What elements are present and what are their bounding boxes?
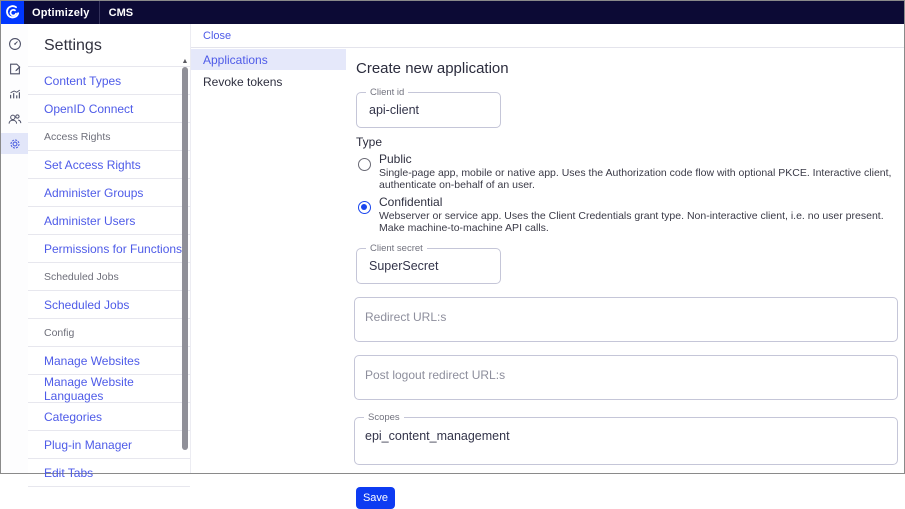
- sidebar-item-openid-connect[interactable]: OpenID Connect: [28, 95, 190, 123]
- client-id-value: api-client: [369, 103, 419, 117]
- scopes-value: epi_content_management: [365, 429, 510, 443]
- tab-applications[interactable]: Applications: [191, 49, 346, 70]
- edit-page-icon[interactable]: [1, 58, 28, 79]
- brand-name: Optimizely: [32, 7, 90, 19]
- sidebar-item-administer-groups[interactable]: Administer Groups: [28, 179, 190, 207]
- top-app-bar: Optimizely CMS: [1, 1, 904, 24]
- users-icon[interactable]: [1, 108, 28, 129]
- settings-sidebar: Settings Content Types OpenID Connect Ac…: [28, 24, 191, 473]
- radio-option-confidential: Confidential Webserver or service app. U…: [354, 195, 898, 234]
- public-radio[interactable]: [358, 158, 371, 171]
- create-application-form: Create new application Client id api-cli…: [346, 48, 904, 473]
- sidebar-item-permissions-for-functions[interactable]: Permissions for Functions: [28, 235, 190, 263]
- topbar-divider: [99, 1, 100, 24]
- openid-panel: Applications Revoke tokens: [191, 48, 346, 473]
- save-button[interactable]: Save: [356, 487, 395, 509]
- scrollbar-up-arrow[interactable]: ▲: [182, 58, 189, 67]
- sidebar-item-content-types[interactable]: Content Types: [28, 67, 190, 95]
- scopes-field[interactable]: Scopes epi_content_management: [354, 417, 898, 465]
- sidebar-item-categories[interactable]: Categories: [28, 403, 190, 431]
- client-id-field[interactable]: Client id api-client: [356, 92, 501, 128]
- scopes-label: Scopes: [364, 412, 404, 423]
- post-logout-redirect-urls-textarea[interactable]: Post logout redirect URL:s: [354, 355, 898, 400]
- type-label: Type: [356, 135, 898, 149]
- client-id-label: Client id: [366, 87, 408, 98]
- client-secret-label: Client secret: [366, 243, 427, 254]
- radio-option-public: Public Single-page app, mobile or native…: [354, 152, 898, 191]
- public-radio-label[interactable]: Public: [379, 152, 898, 166]
- public-radio-description: Single-page app, mobile or native app. U…: [379, 167, 898, 191]
- sidebar-title: Settings: [28, 24, 190, 67]
- sidebar-item-scheduled-jobs[interactable]: Scheduled Jobs: [28, 291, 190, 319]
- sidebar-section-scheduled-jobs: Scheduled Jobs: [28, 263, 190, 291]
- product-name: CMS: [109, 7, 133, 19]
- close-bar: Close: [191, 24, 904, 48]
- optimizely-logo-icon[interactable]: [1, 1, 24, 24]
- confidential-radio-description: Webserver or service app. Uses the Clien…: [379, 210, 898, 234]
- client-secret-field[interactable]: Client secret SuperSecret: [356, 248, 501, 284]
- close-link[interactable]: Close: [203, 30, 231, 42]
- sidebar-item-manage-website-languages[interactable]: Manage Website Languages: [28, 375, 190, 403]
- sidebar-item-plug-in-manager[interactable]: Plug-in Manager: [28, 431, 190, 459]
- client-secret-value: SuperSecret: [369, 259, 438, 273]
- dashboard-icon[interactable]: [1, 33, 28, 54]
- sidebar-item-set-access-rights[interactable]: Set Access Rights: [28, 151, 190, 179]
- page-title: Create new application: [354, 60, 898, 77]
- redirect-urls-textarea[interactable]: Redirect URL:s: [354, 297, 898, 342]
- sidebar-item-administer-users[interactable]: Administer Users: [28, 207, 190, 235]
- sidebar-item-edit-tabs[interactable]: Edit Tabs: [28, 459, 190, 487]
- post-logout-redirect-urls-placeholder: Post logout redirect URL:s: [365, 368, 505, 382]
- settings-gear-icon[interactable]: [1, 133, 28, 154]
- confidential-radio-label[interactable]: Confidential: [379, 195, 898, 209]
- tab-revoke-tokens[interactable]: Revoke tokens: [191, 71, 346, 92]
- reports-icon[interactable]: [1, 83, 28, 104]
- redirect-urls-placeholder: Redirect URL:s: [365, 310, 446, 324]
- icon-rail: [1, 24, 28, 473]
- sidebar-section-access-rights: Access Rights: [28, 123, 190, 151]
- confidential-radio[interactable]: [358, 201, 371, 214]
- sidebar-scrollbar[interactable]: ▲: [181, 58, 189, 450]
- sidebar-item-manage-websites[interactable]: Manage Websites: [28, 347, 190, 375]
- scrollbar-thumb[interactable]: [182, 67, 188, 450]
- sidebar-section-config: Config: [28, 319, 190, 347]
- app-window: Optimizely CMS: [0, 0, 905, 474]
